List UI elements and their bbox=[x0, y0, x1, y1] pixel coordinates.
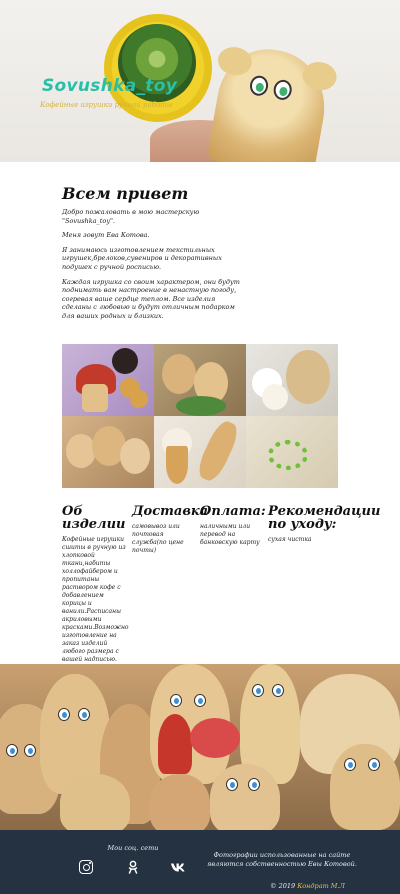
toy-ear bbox=[215, 44, 255, 78]
site-logo[interactable]: Sovushka_toy bbox=[42, 76, 177, 96]
site-footer: Мои соц. сети Фотографии использованные … bbox=[0, 830, 400, 894]
info-column-care: Рекомендации по уходу: сухая чистка bbox=[268, 504, 381, 544]
toys-collection-photo bbox=[0, 664, 400, 830]
toy-eye bbox=[248, 74, 270, 98]
photo-copyright-note: Фотографии использованные на сайте являю… bbox=[207, 851, 357, 868]
toy-ear bbox=[300, 59, 339, 93]
info-column-delivery: Доставка самовывоз или почтовая служба(п… bbox=[132, 504, 209, 555]
gallery-photo-ice-cream-toy[interactable] bbox=[154, 416, 246, 488]
odnoklassniki-icon[interactable] bbox=[126, 860, 140, 874]
info-text: сухая чистка bbox=[268, 536, 312, 543]
photo-gallery bbox=[62, 344, 338, 488]
info-title: Доставка bbox=[132, 504, 209, 519]
intro-paragraph: Меня зовут Ева Котова. bbox=[62, 231, 150, 240]
intro-title: Всем привет bbox=[62, 184, 189, 203]
intro-paragraph: Добро пожаловать в мою мастерскую "Sovus… bbox=[62, 208, 200, 225]
intro-paragraph: Каждая игрушка со своим характером, они … bbox=[62, 277, 240, 320]
info-text: наличными или перевод на банковскую карт… bbox=[200, 523, 260, 546]
intro-section: Всем привет Добро пожаловать в мою масте… bbox=[62, 184, 242, 327]
site-tagline: Кофейные игрушки ручной работы bbox=[40, 101, 173, 109]
copyright: © 2019 Кондрат М.Л bbox=[270, 882, 345, 890]
gallery-photo-mushroom-toy[interactable] bbox=[62, 344, 154, 416]
info-title: Рекомендации по уходу: bbox=[268, 504, 381, 532]
gallery-photo-toys-pile[interactable] bbox=[154, 344, 246, 416]
toy-eye bbox=[272, 78, 294, 102]
info-text: Кофейные игрушки сшиты в ручную из хлопк… bbox=[62, 536, 129, 663]
intro-paragraph: Я занимаюсь изготовлением текстильных иг… bbox=[62, 245, 222, 271]
social-title: Мои соц. сети bbox=[107, 844, 159, 852]
coffee-toy-image bbox=[206, 41, 339, 162]
gallery-photo-toys-table[interactable] bbox=[62, 416, 154, 488]
hero-banner: Sovushka_toy Кофейные игрушки ручной раб… bbox=[0, 0, 400, 162]
gallery-photo-cat-flowers[interactable] bbox=[246, 344, 338, 416]
copyright-year: © 2019 bbox=[270, 882, 296, 890]
info-text: самовывоз или почтовая служба(по цене по… bbox=[132, 523, 184, 554]
info-column-payment: Оплата: наличными или перевод на банковс… bbox=[200, 504, 266, 547]
info-title: Оплата: bbox=[200, 504, 266, 519]
gallery-photo-heart-toy[interactable] bbox=[246, 416, 338, 488]
vk-icon[interactable] bbox=[170, 860, 186, 874]
instagram-icon[interactable] bbox=[79, 860, 93, 874]
copyright-author: Кондрат М.Л bbox=[297, 882, 345, 890]
info-title: Об изделии bbox=[62, 504, 126, 532]
info-column-product: Об изделии Кофейные игрушки сшиты в ручн… bbox=[62, 504, 129, 664]
